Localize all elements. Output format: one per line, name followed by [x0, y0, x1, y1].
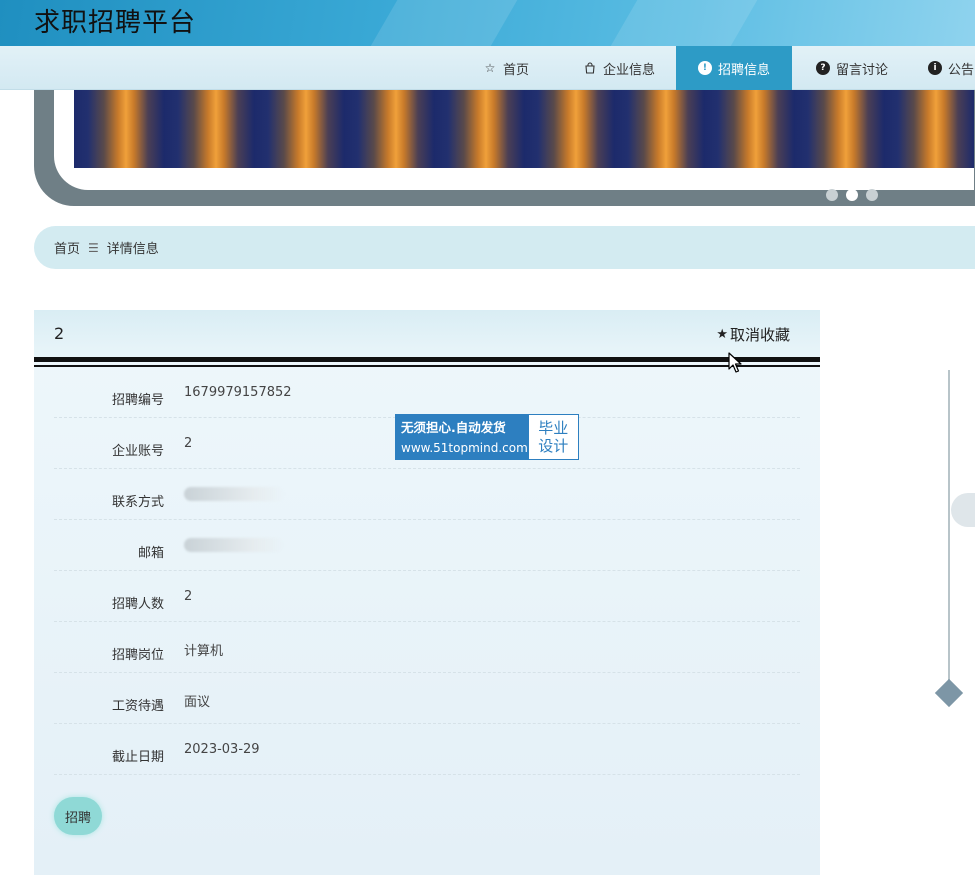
breadcrumb-home-link[interactable]: 首页 — [54, 238, 80, 257]
field-value: 面议 — [184, 695, 211, 710]
field-value-redacted — [184, 538, 284, 556]
field-value: 计算机 — [184, 644, 224, 659]
carousel-dot[interactable] — [826, 189, 838, 201]
watermark-tag: 毕业 设计 — [528, 415, 578, 459]
side-decoration-diamond — [934, 678, 964, 708]
carousel-dot-active[interactable] — [846, 189, 858, 201]
shopping-bag-icon — [583, 61, 597, 75]
nav-item-label: 首页 — [502, 62, 529, 78]
job-title: 2 — [54, 324, 65, 343]
star-outline-icon: ☆ — [484, 61, 496, 75]
banner-image[interactable] — [74, 90, 974, 168]
header-decoration — [339, 0, 541, 46]
nav-item-jobs[interactable]: ! 招聘信息 — [676, 46, 792, 90]
job-detail-panel: 2 ★ 取消收藏 招聘编号 1679979157852 企业账号 2 联系方式 … — [34, 310, 820, 875]
field-label: 截止日期 — [111, 750, 164, 765]
main-nav: ☆ 首页 企业信息 ! 招聘信息 ? 留言讨论 i 公告 — [0, 46, 975, 90]
field-value-redacted — [184, 487, 284, 505]
info-circle-icon: i — [928, 61, 942, 75]
field-label: 联系方式 — [111, 495, 164, 510]
star-filled-icon: ★ — [716, 327, 728, 342]
nav-item-label: 招聘信息 — [717, 62, 770, 78]
field-label: 招聘人数 — [111, 597, 164, 612]
nav-item-company[interactable]: 企业信息 — [565, 46, 673, 90]
field-row-position: 招聘岗位 计算机 — [54, 622, 800, 673]
field-label: 招聘编号 — [111, 393, 164, 408]
site-title: 求职招聘平台 — [34, 8, 197, 38]
field-row-email: 邮箱 — [54, 520, 800, 571]
field-value: 1679979157852 — [184, 385, 292, 400]
watermark-tag-line: 设计 — [538, 437, 569, 455]
nav-item-label: 企业信息 — [602, 62, 655, 78]
unfavorite-button[interactable]: ★ 取消收藏 — [716, 324, 790, 345]
question-circle-icon: ? — [815, 61, 830, 75]
exclamation-circle-icon: ! — [697, 61, 712, 75]
field-value: 2 — [184, 589, 193, 604]
field-row-job-id: 招聘编号 1679979157852 — [54, 367, 800, 418]
mouse-cursor-icon — [728, 352, 742, 373]
breadcrumb-separator-icon: ☰ — [88, 240, 99, 255]
nav-item-label: 留言讨论 — [835, 62, 888, 78]
header-decoration — [579, 0, 781, 46]
nav-item-home[interactable]: ☆ 首页 — [452, 46, 560, 90]
watermark-url: www.51topmind.com — [401, 441, 528, 455]
field-value: 2023-03-29 — [184, 742, 260, 757]
watermark-badge: 无须担心.自动发货 www.51topmind.com 毕业 设计 — [395, 414, 579, 460]
panel-header: 2 ★ 取消收藏 — [34, 310, 820, 357]
breadcrumb-current: 详情信息 — [106, 242, 159, 257]
unfavorite-label: 取消收藏 — [729, 326, 790, 344]
field-row-contact: 联系方式 — [54, 469, 800, 520]
carousel-dots — [826, 189, 878, 201]
nav-item-notice[interactable]: i 公告 — [912, 46, 975, 90]
field-label: 招聘岗位 — [111, 648, 164, 663]
field-label: 企业账号 — [111, 444, 164, 459]
side-decoration-line — [948, 370, 950, 680]
banner-inner — [54, 90, 974, 190]
header-divider — [34, 357, 820, 362]
field-row-salary: 工资待遇 面议 — [54, 673, 800, 724]
watermark-slogan: 无须担心.自动发货 — [401, 420, 506, 435]
field-value: 2 — [184, 436, 193, 451]
field-row-deadline: 截止日期 2023-03-29 — [54, 724, 800, 775]
nav-item-label: 公告 — [948, 62, 975, 78]
nav-item-forum[interactable]: ? 留言讨论 — [797, 46, 907, 90]
site-header: 求职招聘平台 — [0, 0, 975, 46]
field-row-headcount: 招聘人数 2 — [54, 571, 800, 622]
field-label: 工资待遇 — [111, 699, 164, 714]
carousel-dot[interactable] — [866, 189, 878, 201]
watermark-text: 无须担心.自动发货 www.51topmind.com — [396, 415, 529, 459]
breadcrumb: 首页 ☰ 详情信息 — [34, 226, 975, 269]
side-scroll-tab[interactable] — [951, 493, 975, 527]
field-label: 邮箱 — [137, 546, 164, 561]
watermark-tag-line: 毕业 — [538, 419, 569, 437]
apply-button[interactable]: 招聘 — [54, 797, 102, 835]
